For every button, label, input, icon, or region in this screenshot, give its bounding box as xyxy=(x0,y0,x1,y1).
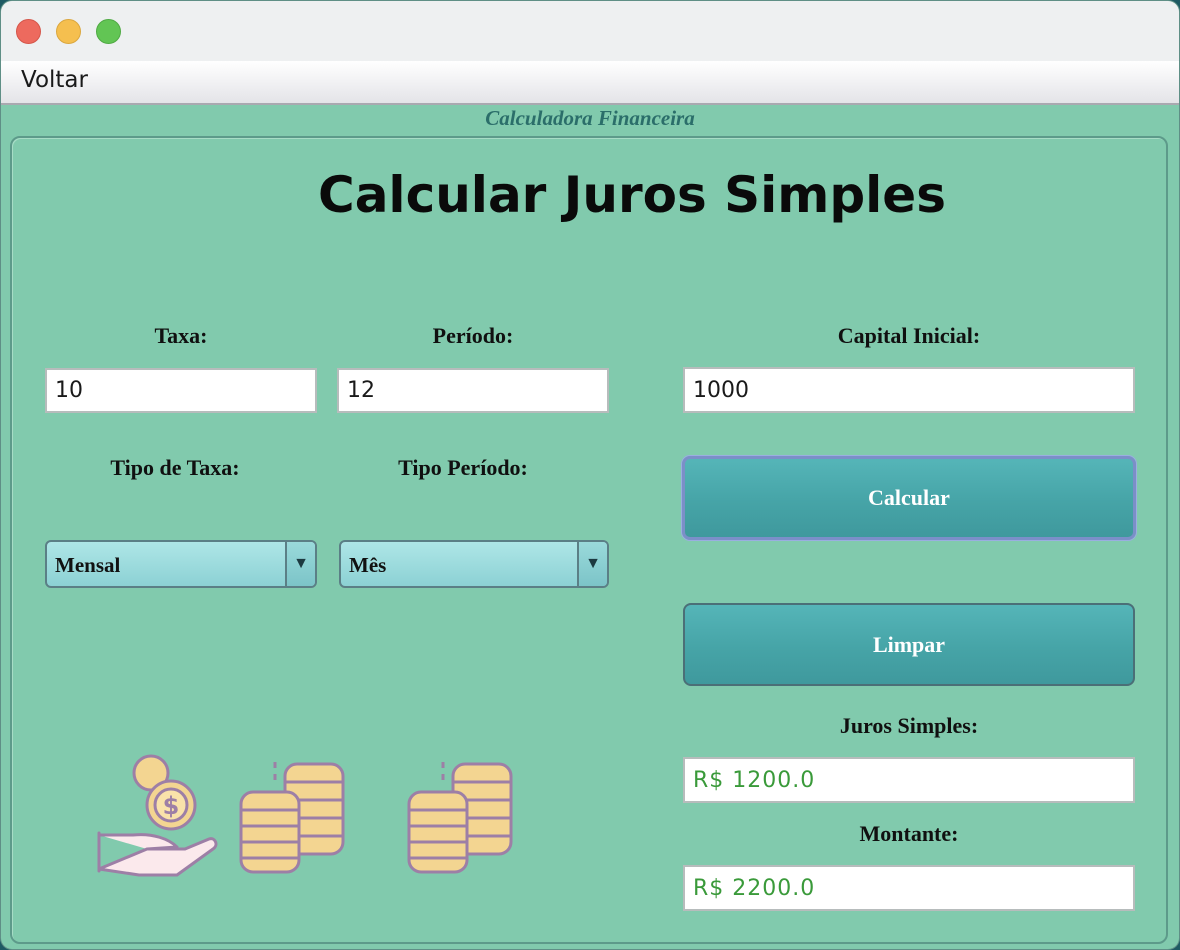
dropdown-arrow-icon[interactable]: ▼ xyxy=(285,542,315,586)
montante-label: Montante: xyxy=(859,821,959,846)
juros-output[interactable] xyxy=(683,757,1135,803)
tipo-periodo-label: Tipo Período: xyxy=(398,455,528,480)
svg-text:$: $ xyxy=(163,792,180,820)
montante-output[interactable] xyxy=(683,865,1135,911)
limpar-button[interactable]: Limpar xyxy=(683,603,1135,686)
coin-stacks-icon xyxy=(407,762,513,874)
capital-input[interactable] xyxy=(683,367,1135,413)
calcular-button[interactable]: Calcular xyxy=(682,456,1136,540)
zoom-window-button[interactable] xyxy=(96,19,121,44)
taxa-label: Taxa: xyxy=(154,323,208,348)
title-bar xyxy=(1,1,1179,62)
tipo-taxa-selected: Mensal xyxy=(55,553,121,577)
app-window: Voltar Calculadora Financeira Calcular J… xyxy=(0,0,1180,950)
tipo-periodo-select[interactable]: Mês ▼ xyxy=(339,540,609,588)
dropdown-arrow-icon[interactable]: ▼ xyxy=(577,542,607,586)
minimize-window-button[interactable] xyxy=(56,19,81,44)
tipo-periodo-selected: Mês xyxy=(349,553,387,577)
taxa-input[interactable] xyxy=(45,368,317,413)
tipo-taxa-select[interactable]: Mensal ▼ xyxy=(45,540,317,588)
coin-stacks-icon xyxy=(239,762,345,874)
menu-bar: Voltar xyxy=(1,61,1179,105)
tipo-taxa-label: Tipo de Taxa: xyxy=(110,455,240,480)
page-title: Calcular Juros Simples xyxy=(318,166,946,224)
close-window-button[interactable] xyxy=(16,19,41,44)
periodo-input[interactable] xyxy=(337,368,609,413)
frame-title: Calculadora Financeira xyxy=(485,106,695,130)
hand-coins-icon: $ xyxy=(97,754,218,877)
juros-label: Juros Simples: xyxy=(839,713,979,738)
menu-voltar[interactable]: Voltar xyxy=(21,67,88,93)
periodo-label: Período: xyxy=(432,323,514,348)
capital-label: Capital Inicial: xyxy=(837,323,981,348)
